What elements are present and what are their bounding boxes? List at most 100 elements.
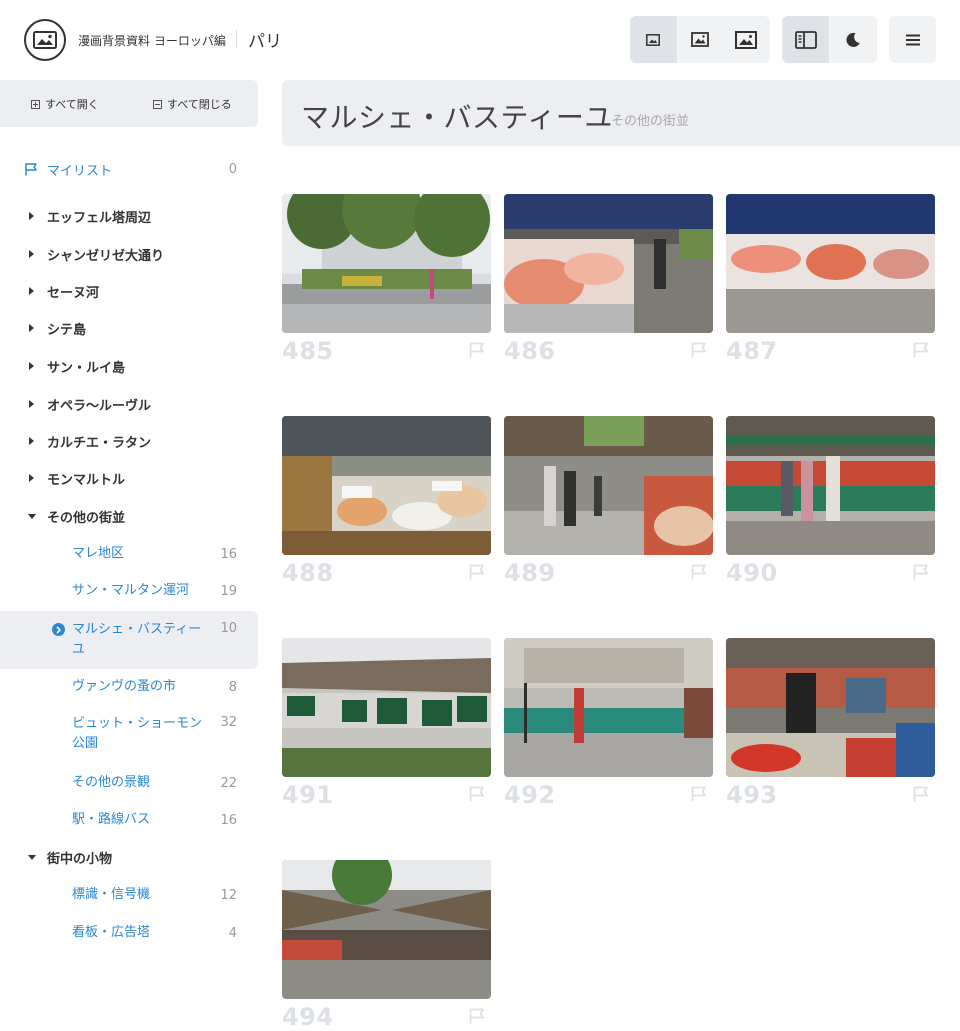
image-large-icon: [735, 30, 758, 49]
flag-icon[interactable]: [691, 564, 707, 580]
sidebar-subitem-signs[interactable]: 標識・信号機 12: [0, 877, 258, 913]
photo-number: 493: [726, 781, 778, 809]
sidebar-item-montmartre[interactable]: モンマルトル: [0, 460, 258, 496]
sidebar-item-label: モンマルトル: [47, 472, 126, 488]
flag-icon[interactable]: [913, 786, 929, 802]
sidebar-subitem-marais[interactable]: マレ地区 16: [0, 536, 258, 572]
sidebar-item-seine[interactable]: セーヌ河: [0, 273, 258, 309]
photo-thumbnail[interactable]: [726, 194, 935, 333]
site-title[interactable]: 漫画背景資料 ヨーロッパ編: [78, 32, 226, 49]
page-title-bar: マルシェ・バスティーユ その他の街並: [282, 80, 960, 146]
flag-icon[interactable]: [691, 786, 707, 802]
menu-group: [889, 16, 936, 63]
sidebar-item-label: オペラ〜ルーヴル: [47, 398, 152, 414]
sidebar-item-latin-quarter[interactable]: カルチエ・ラタン: [0, 423, 258, 459]
flag-icon[interactable]: [469, 564, 485, 580]
caret-right-icon: [29, 400, 34, 408]
sidebar-item-label: カルチエ・ラタン: [47, 435, 152, 451]
sidebar-item-count: 22: [220, 775, 237, 791]
flag-icon[interactable]: [469, 1008, 485, 1024]
photo-number: 491: [282, 781, 334, 809]
flag-icon: [25, 163, 37, 176]
menu-button[interactable]: [889, 16, 936, 63]
label-line-2: ユ: [72, 642, 86, 657]
sidebar-item-label: ヴァンヴの蚤の市: [72, 679, 177, 694]
moon-icon: [846, 32, 860, 47]
page-breadcrumb[interactable]: その他の街並: [611, 110, 689, 129]
large-thumbnail-button[interactable]: [723, 16, 770, 63]
sidebar-subitem-billboards[interactable]: 看板・広告塔 4: [0, 915, 258, 951]
sidebar-item-count: 12: [220, 887, 237, 903]
dark-mode-button[interactable]: [829, 16, 876, 63]
flag-icon[interactable]: [913, 342, 929, 358]
page-title: マルシェ・バスティーユ: [301, 101, 613, 134]
label-line-1: ビュット・ショーモン: [72, 716, 203, 731]
photo-thumbnail[interactable]: [282, 416, 491, 555]
caret-right-icon: [29, 212, 34, 220]
photo-thumbnail[interactable]: [282, 860, 491, 999]
caret-right-icon: [29, 324, 34, 332]
sidebar-subitem-saint-martin[interactable]: サン・マルタン運河 19: [0, 573, 258, 609]
photo-number: 485: [282, 337, 334, 365]
sidebar-subitem-vanves[interactable]: ヴァンヴの蚤の市 8: [0, 669, 258, 705]
sidebar-item-count: 32: [220, 715, 237, 730]
sidebar-item-count: 19: [220, 583, 237, 599]
image-medium-icon: [690, 32, 709, 47]
sidebar-item-count: 4: [228, 925, 237, 941]
sidebar-item-label: 駅・路線バス: [72, 812, 151, 827]
sidebar-panel-icon: [794, 30, 817, 49]
view-toggle-group: [782, 16, 877, 63]
sidebar-item-mylist[interactable]: マイリスト 0: [0, 151, 258, 187]
sidebar-item-count: 0: [228, 161, 237, 177]
photo-thumbnail[interactable]: [282, 194, 491, 333]
sidebar-item-count: 8: [228, 679, 237, 695]
label-line-2: 公園: [72, 736, 99, 751]
sidebar-item-label: マイリスト: [47, 163, 113, 179]
sidebar-item-label: シャンゼリゼ大通り: [47, 248, 165, 264]
header: 漫画背景資料 ヨーロッパ編 パリ: [0, 0, 960, 80]
sidebar-item-cite[interactable]: シテ島: [0, 310, 258, 346]
photo-thumbnail[interactable]: [282, 638, 491, 777]
sidebar-subitem-station-bus[interactable]: 駅・路線バス 16: [0, 802, 258, 838]
sidebar-item-saint-louis[interactable]: サン・ルイ島: [0, 348, 258, 384]
flag-icon[interactable]: [691, 342, 707, 358]
photo-thumbnail[interactable]: [726, 638, 935, 777]
sidebar: すべて開く すべて閉じる マイリスト 0 エッフェル塔周辺 シャンゼリゼ大通り …: [0, 80, 258, 960]
photo-thumbnail[interactable]: [504, 638, 713, 777]
image-small-icon: [646, 33, 661, 46]
photo-thumbnail[interactable]: [504, 416, 713, 555]
sidebar-subitem-other-views[interactable]: その他の景観 22: [0, 765, 258, 801]
sidebar-subitem-buttes-chaumont[interactable]: ビュット・ショーモン 公園 32: [0, 706, 258, 762]
collapse-all-button[interactable]: すべて閉じる: [153, 96, 232, 112]
plus-square-icon: [31, 99, 40, 109]
caret-right-icon: [29, 437, 34, 445]
header-divider: [236, 30, 237, 48]
sidebar-item-eiffel[interactable]: エッフェル塔周辺: [0, 198, 258, 234]
sidebar-item-champs-elysees[interactable]: シャンゼリゼ大通り: [0, 236, 258, 272]
sidebar-toggle-button[interactable]: [782, 16, 829, 63]
sidebar-item-count: 16: [220, 546, 237, 562]
sidebar-item-label: サン・ルイ島: [47, 360, 126, 376]
caret-right-icon: [29, 250, 34, 258]
sidebar-item-other-streets[interactable]: その他の街並: [0, 498, 258, 534]
sidebar-subitem-marche-bastille[interactable]: マルシェ・バスティーユ 10: [0, 611, 258, 669]
photo-thumbnail[interactable]: [504, 194, 713, 333]
expand-all-label: すべて開く: [45, 98, 99, 111]
sidebar-item-count: 10: [220, 621, 237, 636]
photo-thumbnail[interactable]: [726, 416, 935, 555]
sidebar-item-label: マルシェ・バスティーユ: [72, 620, 201, 660]
expand-all-button[interactable]: すべて開く: [31, 96, 99, 112]
medium-thumbnail-button[interactable]: [677, 16, 724, 63]
sidebar-item-opera-louvre[interactable]: オペラ〜ルーヴル: [0, 386, 258, 422]
sidebar-item-street-objects[interactable]: 街中の小物: [0, 839, 258, 875]
logo-icon[interactable]: [24, 19, 66, 61]
flag-icon[interactable]: [913, 564, 929, 580]
flag-icon[interactable]: [469, 786, 485, 802]
sidebar-item-label: セーヌ河: [47, 285, 100, 301]
chevron-right-circle-icon: [52, 623, 65, 636]
photo-number: 489: [504, 559, 556, 587]
sidebar-item-label: エッフェル塔周辺: [47, 210, 152, 226]
sidebar-item-label: 標識・信号機: [72, 887, 151, 902]
small-thumbnail-button[interactable]: [630, 16, 677, 63]
flag-icon[interactable]: [469, 342, 485, 358]
